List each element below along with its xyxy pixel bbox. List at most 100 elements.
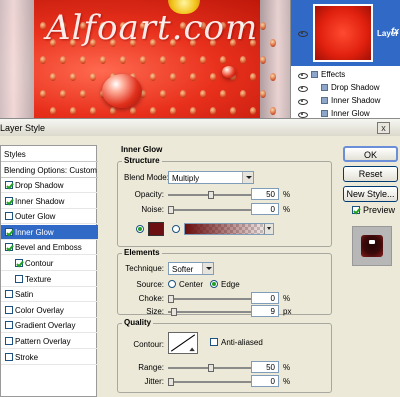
style-item-color-overlay[interactable]: Color Overlay [1, 303, 98, 318]
reset-button[interactable]: Reset [343, 166, 398, 182]
noise-input[interactable]: 0 [251, 203, 279, 215]
range-input[interactable]: 50 [251, 361, 279, 373]
jitter-input[interactable]: 0 [251, 375, 279, 387]
noise-slider[interactable] [168, 206, 254, 214]
style-checkbox[interactable] [5, 196, 13, 205]
style-item-texture[interactable]: Texture [1, 272, 98, 287]
close-button[interactable]: x [377, 122, 390, 134]
center-label: Center [179, 280, 204, 289]
style-checkbox[interactable] [15, 274, 23, 283]
range-slider[interactable] [168, 364, 254, 372]
color-radio[interactable] [136, 225, 144, 233]
opacity-slider[interactable] [168, 191, 254, 199]
slider-knob[interactable] [171, 308, 178, 316]
seed-dot [160, 90, 166, 98]
slider-knob[interactable] [168, 295, 174, 303]
effects-label: Effects [321, 70, 346, 79]
effect-row-drop-shadow[interactable]: Drop Shadow [291, 81, 400, 94]
slider-knob[interactable] [168, 206, 174, 214]
fx-icon[interactable]: fx [391, 26, 399, 36]
size-slider[interactable] [168, 308, 254, 316]
slider-knob[interactable] [208, 191, 214, 199]
style-checkbox[interactable] [5, 212, 13, 221]
ok-button[interactable]: OK [343, 146, 398, 162]
gradient-picker[interactable] [184, 223, 274, 235]
blend-mode-select[interactable]: Multiply [168, 171, 254, 184]
style-item-label: Stroke [15, 352, 39, 362]
seed-dot [210, 73, 216, 81]
seed-dot [270, 39, 276, 47]
seed-dot [170, 107, 176, 115]
eye-icon[interactable] [297, 111, 308, 118]
style-checkbox[interactable] [5, 181, 13, 189]
preview-checkbox[interactable] [352, 206, 360, 214]
source-center-radio[interactable] [168, 280, 176, 288]
gradient-radio[interactable] [172, 225, 180, 233]
size-input[interactable]: 9 [251, 305, 279, 317]
eye-icon[interactable] [297, 30, 308, 37]
style-checkbox[interactable] [5, 352, 13, 361]
contour-label: Contour: [133, 340, 164, 349]
seed-dot [90, 107, 96, 115]
eye-icon[interactable] [297, 72, 308, 79]
style-checkbox[interactable] [5, 243, 13, 252]
blending-options-item[interactable]: Blending Options: Custom [1, 162, 98, 178]
contour-curve-icon [170, 334, 196, 352]
effect-icon [321, 97, 328, 104]
effects-group-row[interactable]: Effects [291, 68, 400, 81]
anti-aliased-label: Anti-aliased [221, 338, 263, 347]
style-item-drop-shadow[interactable]: Drop Shadow [1, 178, 98, 193]
style-item-inner-glow[interactable]: Inner Glow [1, 224, 98, 240]
technique-select[interactable]: Softer [168, 262, 214, 275]
contour-picker[interactable] [168, 332, 198, 354]
seed-dot [230, 107, 236, 115]
seed-dot [260, 22, 266, 30]
seed-dot [80, 56, 86, 64]
dialog-titlebar[interactable]: Layer Style x [0, 118, 400, 136]
style-item-contour[interactable]: Contour [1, 256, 98, 271]
style-checkbox[interactable] [15, 259, 23, 267]
style-checkbox[interactable] [5, 321, 13, 330]
style-item-label: Satin [15, 290, 34, 300]
style-item-pattern-overlay[interactable]: Pattern Overlay [1, 334, 98, 349]
seed-dot [220, 90, 226, 98]
percent-unit: % [283, 377, 291, 386]
style-checkbox[interactable] [5, 227, 13, 236]
quality-group: Quality Contour: Anti-aliased Range: 50 … [117, 318, 332, 393]
style-item-label: Texture [25, 274, 52, 284]
source-edge-radio[interactable] [210, 280, 218, 288]
slider-knob[interactable] [208, 364, 214, 372]
anti-aliased-checkbox[interactable] [210, 338, 218, 346]
chevron-down-icon [264, 224, 273, 234]
style-checkbox[interactable] [5, 305, 13, 314]
document-canvas[interactable]: Alfoart.com [0, 0, 290, 118]
style-checkbox[interactable] [5, 290, 13, 299]
effect-row-inner-shadow[interactable]: Inner Shadow [291, 94, 400, 107]
style-item-gradient-overlay[interactable]: Gradient Overlay [1, 318, 98, 334]
seed-dot [200, 56, 206, 64]
styles-header[interactable]: Styles [1, 146, 98, 162]
choke-input[interactable]: 0 [251, 292, 279, 304]
eye-icon[interactable] [297, 98, 308, 105]
style-item-label: Inner Glow [15, 227, 54, 237]
slider-knob[interactable] [168, 378, 174, 386]
style-checkbox[interactable] [5, 337, 13, 345]
percent-unit: % [283, 190, 291, 199]
style-item-satin[interactable]: Satin [1, 287, 98, 303]
choke-slider[interactable] [168, 295, 254, 303]
style-item-stroke[interactable]: Stroke [1, 350, 98, 365]
style-item-bevel-and-emboss[interactable]: Bevel and Emboss [1, 240, 98, 256]
slider-track [168, 209, 254, 211]
new-style-button[interactable]: New Style... [343, 186, 398, 202]
style-item-inner-shadow[interactable]: Inner Shadow [1, 194, 98, 209]
style-item-outer-glow[interactable]: Outer Glow [1, 209, 98, 225]
opacity-input[interactable]: 50 [251, 188, 279, 200]
eye-icon[interactable] [297, 85, 308, 92]
slider-track [168, 311, 254, 313]
jitter-slider[interactable] [168, 378, 254, 386]
seed-dot [100, 56, 106, 64]
glow-color-swatch[interactable] [148, 222, 164, 236]
preview-toggle[interactable]: Preview [352, 205, 395, 215]
layer-row-selected[interactable]: Layer ... fx [291, 0, 400, 66]
seed-dot [200, 90, 206, 98]
